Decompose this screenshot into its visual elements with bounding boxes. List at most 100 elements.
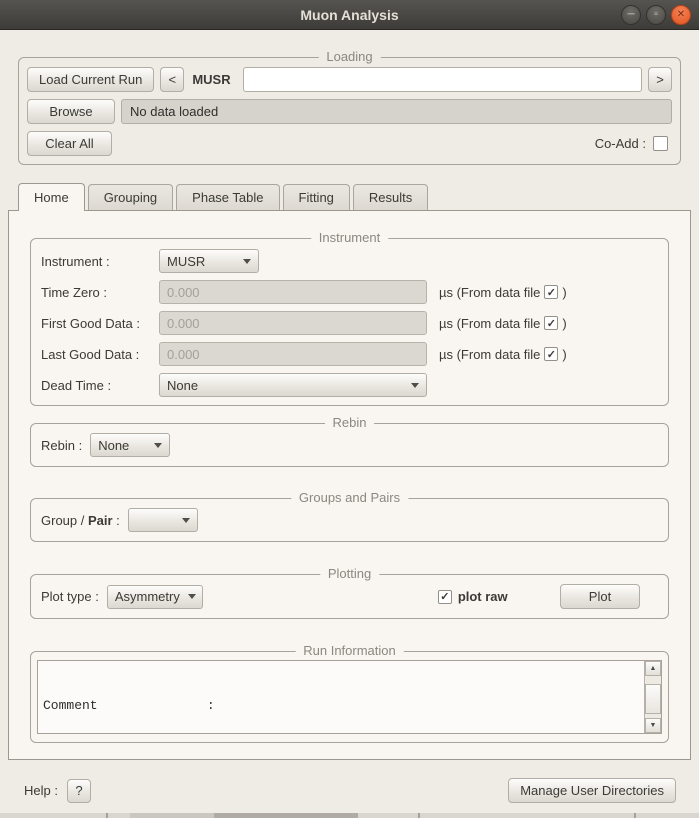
minimize-button[interactable]: ─ [621,5,641,25]
tab-fitting[interactable]: Fitting [283,184,350,210]
last-good-data-input[interactable]: 0.000 [159,342,427,366]
suffix-close: ) [562,347,566,362]
maximize-button[interactable]: ▫ [646,5,666,25]
instrument-dropdown-value: MUSR [167,254,205,269]
loading-row-clear: Clear All Co-Add : [27,131,672,156]
last-good-data-suffix: µs (From data file ✓ ) [439,347,567,362]
time-zero-input[interactable]: 0.000 [159,280,427,304]
run-number-input[interactable] [243,67,642,92]
time-zero-label: Time Zero : [41,285,159,300]
help-button[interactable]: ? [67,779,91,803]
rebin-label: Rebin : [41,438,82,453]
group-pair-label: Group / Pair : [41,513,120,528]
muon-analysis-window: Muon Analysis ─ ▫ ✕ Loading Load Current… [0,0,699,818]
dead-time-label: Dead Time : [41,378,159,393]
scroll-down-button[interactable]: ▼ [645,718,661,733]
previous-run-button[interactable]: < [160,67,184,92]
dropdown-arrow-icon [188,594,196,599]
rebin-legend: Rebin [325,415,375,430]
instrument-label: Instrument : [41,254,159,269]
suffix-close: ) [562,285,566,300]
data-status-field: No data loaded [121,99,672,124]
plotting-row: Plot type : Asymmetry ✓ plot raw Plot [41,584,658,609]
plot-raw-group: ✓ plot raw [438,589,508,604]
plot-type-dropdown[interactable]: Asymmetry [107,585,203,609]
run-info-line: Comment : [43,697,639,715]
scroll-up-button[interactable]: ▲ [645,661,661,676]
clear-all-button[interactable]: Clear All [27,131,112,156]
first-good-data-row: First Good Data : 0.000 µs (From data fi… [41,311,658,335]
last-good-data-label: Last Good Data : [41,347,159,362]
group-pair-label-suffix: : [113,513,120,528]
tab-grouping[interactable]: Grouping [88,184,173,210]
instrument-dropdown[interactable]: MUSR [159,249,259,273]
next-run-button[interactable]: > [648,67,672,92]
tab-home[interactable]: Home [18,183,85,211]
dropdown-arrow-icon [154,443,162,448]
plot-raw-label: plot raw [458,589,508,604]
time-zero-row: Time Zero : 0.000 µs (From data file ✓ ) [41,280,658,304]
instrument-row: Instrument : MUSR [41,249,658,273]
loading-row-run: Load Current Run < MUSR > [27,67,672,92]
coadd-label: Co-Add : [595,136,646,151]
dead-time-dropdown[interactable]: None [159,373,427,397]
manage-user-directories-button[interactable]: Manage User Directories [508,778,676,803]
group-pair-row: Group / Pair : [41,508,658,532]
time-zero-from-file-checkbox[interactable]: ✓ [544,285,558,299]
run-information-area: Comment : Start : Log not found End : Lo… [37,660,662,734]
close-icon: ✕ [677,10,685,20]
home-tab-panel: Instrument Instrument : MUSR Time Zero :… [8,210,691,760]
browse-button[interactable]: Browse [27,99,115,124]
instrument-groupbox: Instrument Instrument : MUSR Time Zero :… [30,238,669,406]
minimize-icon: ─ [627,10,634,20]
suffix-text: µs (From data file [439,347,540,362]
group-pair-dropdown[interactable] [128,508,198,532]
titlebar: Muon Analysis ─ ▫ ✕ [0,0,699,30]
load-current-run-button[interactable]: Load Current Run [27,67,154,92]
dead-time-dropdown-value: None [167,378,198,393]
help-label: Help : [24,783,58,798]
groups-and-pairs-legend: Groups and Pairs [291,490,408,505]
group-pair-label-bold: Pair [88,513,113,528]
first-good-data-from-file-checkbox[interactable]: ✓ [544,316,558,330]
coadd-checkbox[interactable] [653,136,668,151]
tab-phase-table[interactable]: Phase Table [176,184,279,210]
rebin-groupbox: Rebin Rebin : None [30,423,669,467]
dropdown-arrow-icon [182,518,190,523]
plotting-groupbox: Plotting Plot type : Asymmetry ✓ plot ra… [30,574,669,619]
tab-results[interactable]: Results [353,184,428,210]
dropdown-arrow-icon [411,383,419,388]
rebin-dropdown[interactable]: None [90,433,170,457]
coadd-group: Co-Add : [595,136,672,151]
time-zero-suffix: µs (From data file ✓ ) [439,285,567,300]
first-good-data-input[interactable]: 0.000 [159,311,427,335]
edge-segment [634,813,636,818]
footer: Help : ? Manage User Directories [24,778,676,803]
instrument-prefix-label: MUSR [190,72,236,87]
close-button[interactable]: ✕ [671,5,691,25]
loading-groupbox: Loading Load Current Run < MUSR > Browse… [18,57,681,165]
scroll-up-icon: ▲ [650,665,657,672]
rebin-dropdown-value: None [98,438,129,453]
first-good-data-suffix: µs (From data file ✓ ) [439,316,567,331]
edge-segment [106,813,108,818]
loading-row-browse: Browse No data loaded [27,99,672,124]
last-good-data-from-file-checkbox[interactable]: ✓ [544,347,558,361]
edge-segment [418,813,420,818]
instrument-legend: Instrument [311,230,388,245]
rebin-row: Rebin : None [41,433,658,457]
first-good-data-label: First Good Data : [41,316,159,331]
plotting-legend: Plotting [320,566,379,581]
last-good-data-row: Last Good Data : 0.000 µs (From data fil… [41,342,658,366]
run-information-groupbox: Run Information Comment : Start : Log no… [30,651,669,743]
tabbar: Home Grouping Phase Table Fitting Result… [18,182,699,210]
plot-raw-checkbox[interactable]: ✓ [438,590,452,604]
loading-legend: Loading [318,49,380,64]
plot-button[interactable]: Plot [560,584,640,609]
group-pair-label-prefix: Group / [41,513,88,528]
run-information-scrollbar[interactable]: ▲ ▼ [644,661,661,733]
suffix-close: ) [562,316,566,331]
scroll-down-icon: ▼ [650,722,657,729]
scrollbar-thumb[interactable] [645,684,661,714]
maximize-icon: ▫ [654,10,658,20]
